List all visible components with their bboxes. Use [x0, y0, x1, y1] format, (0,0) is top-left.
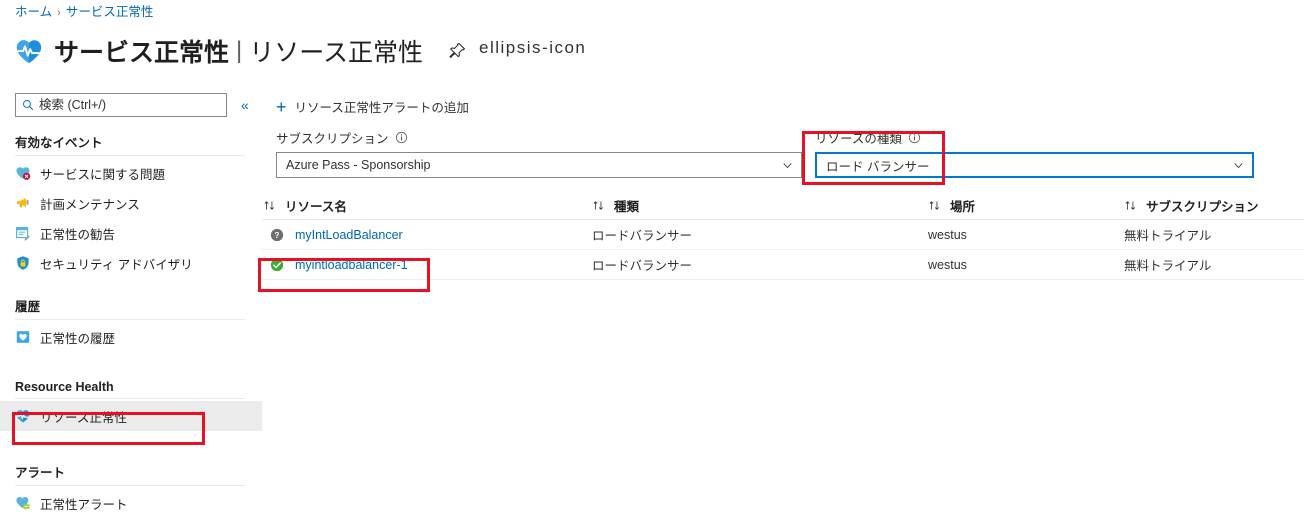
- resource-type-value: ロード バランサー: [826, 159, 930, 174]
- column-header-label: 種類: [614, 200, 640, 214]
- sidebar-group-resource-health: Resource Health リソース正常性: [0, 380, 262, 431]
- column-header-location[interactable]: 場所: [928, 196, 1124, 215]
- service-health-heart-icon: [16, 40, 42, 64]
- column-header-label: サブスクリプション: [1146, 200, 1259, 214]
- sidebar-item-planned-maintenance[interactable]: 計画メンテナンス: [0, 188, 262, 218]
- cell-subscription: 無料トライアル: [1124, 259, 1212, 273]
- page-title: サービス正常性: [54, 39, 230, 67]
- divider: [15, 398, 245, 399]
- title-separator: |: [236, 37, 243, 64]
- sidebar-group-header: Resource Health: [15, 380, 114, 394]
- sidebar-group-history: 履歴 正常性の履歴: [0, 296, 262, 352]
- divider: [15, 485, 245, 486]
- table-header-row: リソース名 種類 場所 サブスクリプション: [262, 192, 1304, 220]
- sidebar-item-health-history[interactable]: 正常性の履歴: [0, 322, 262, 352]
- resource-health-icon: [16, 410, 30, 423]
- resource-name-link[interactable]: myintloadbalancer-1: [295, 258, 408, 272]
- search-icon: [23, 100, 34, 111]
- info-icon[interactable]: [908, 131, 921, 144]
- sidebar-item-service-issues[interactable]: サービスに関する問題: [0, 158, 262, 188]
- add-resource-health-alert-button[interactable]: + リソース正常性アラートの追加: [276, 97, 469, 116]
- resource-type-label-row: リソースの種類: [815, 128, 1254, 147]
- health-advisory-icon: [16, 226, 30, 241]
- chevron-down-icon: [783, 162, 792, 168]
- shield-lock-icon: [17, 256, 29, 270]
- resource-name-link[interactable]: myIntLoadBalancer: [295, 228, 403, 242]
- azure-service-health-page: ホーム › サービス正常性 サービス正常性 | リソース正常性 ellipsis-i…: [0, 0, 1304, 523]
- main-content: + リソース正常性アラートの追加 サブスクリプション Azure Pass - …: [262, 88, 1304, 523]
- breadcrumb-separator: ›: [57, 7, 61, 19]
- column-header-label: 場所: [950, 200, 976, 214]
- breadcrumb-current-link[interactable]: サービス正常性: [66, 5, 154, 19]
- sidebar-item-label: 計画メンテナンス: [40, 197, 140, 212]
- sort-arrows-icon: [1125, 201, 1135, 210]
- sidebar-group-active-events: 有効なイベント サービスに関する問題 計画メンテナンス 正常性の勧告 セキュリテ…: [0, 132, 262, 278]
- cell-location: westus: [928, 257, 967, 272]
- health-alert-icon: [16, 497, 30, 511]
- sidebar-item-label: 正常性アラート: [40, 497, 128, 512]
- sidebar-group-header: 履歴: [15, 300, 41, 314]
- pin-icon[interactable]: [447, 41, 467, 61]
- sidebar-item-label: リソース正常性: [40, 410, 127, 425]
- svg-text:?: ?: [274, 230, 279, 240]
- column-header-type[interactable]: 種類: [592, 196, 928, 215]
- sidebar-item-resource-health[interactable]: リソース正常性: [0, 401, 262, 431]
- chevron-down-icon: [1234, 162, 1243, 168]
- sidebar: « 有効なイベント サービスに関する問題 計画メンテナンス: [0, 88, 262, 523]
- subscription-filter: サブスクリプション Azure Pass - Sponsorship: [276, 128, 802, 178]
- table-row[interactable]: myintloadbalancer-1 ロードバランサー westus 無料トラ…: [262, 250, 1304, 280]
- divider: [15, 155, 245, 156]
- megaphone-icon: [17, 198, 29, 208]
- subscription-dropdown[interactable]: Azure Pass - Sponsorship: [276, 152, 802, 178]
- more-options-icon[interactable]: ellipsis-icon: [479, 39, 586, 58]
- table-row[interactable]: ? myIntLoadBalancer ロードバランサー westus 無料トラ…: [262, 220, 1304, 250]
- service-issue-icon: [16, 167, 31, 180]
- cell-resource-name: myintloadbalancer-1: [262, 258, 592, 272]
- resource-type-dropdown[interactable]: ロード バランサー: [815, 152, 1254, 178]
- breadcrumb-home-link[interactable]: ホーム: [15, 5, 52, 19]
- cell-type: ロードバランサー: [592, 259, 693, 273]
- question-circle-icon: ?: [270, 228, 284, 241]
- search-box[interactable]: [15, 93, 227, 117]
- sidebar-item-label: 正常性の勧告: [40, 227, 116, 242]
- sidebar-search-row: «: [15, 93, 249, 117]
- sort-arrows-icon: [929, 201, 939, 210]
- breadcrumb: ホーム › サービス正常性: [15, 3, 153, 22]
- sidebar-item-label: セキュリティ アドバイザリ: [40, 257, 193, 272]
- subscription-label-row: サブスクリプション: [276, 128, 802, 147]
- resource-type-label: リソースの種類: [815, 132, 902, 146]
- check-circle-icon: [270, 258, 284, 271]
- column-header-resource-name[interactable]: リソース名: [262, 196, 592, 215]
- sidebar-group-alerts: アラート 正常性アラート: [0, 462, 262, 518]
- resource-health-table: リソース名 種類 場所 サブスクリプション ? myIntLoadBalance…: [262, 192, 1304, 280]
- sidebar-group-header: 有効なイベント: [15, 136, 103, 150]
- sidebar-item-label: サービスに関する問題: [40, 167, 166, 182]
- add-resource-health-alert-label: リソース正常性アラートの追加: [294, 101, 469, 115]
- sidebar-item-health-alerts[interactable]: 正常性アラート: [0, 488, 262, 518]
- page-subtitle: リソース正常性: [249, 39, 424, 67]
- sidebar-item-security-advisories[interactable]: セキュリティ アドバイザリ: [0, 248, 262, 278]
- cell-location: westus: [928, 227, 967, 242]
- cell-resource-name: ? myIntLoadBalancer: [262, 228, 592, 242]
- cell-subscription: 無料トライアル: [1124, 229, 1212, 243]
- sidebar-item-health-advisories[interactable]: 正常性の勧告: [0, 218, 262, 248]
- resource-type-filter: リソースの種類 ロード バランサー: [815, 128, 1254, 178]
- column-header-subscription[interactable]: サブスクリプション: [1124, 196, 1304, 215]
- plus-icon: +: [276, 96, 287, 117]
- page-title-row: サービス正常性 | リソース正常性 ellipsis-icon: [14, 30, 586, 72]
- subscription-value: Azure Pass - Sponsorship: [286, 158, 431, 172]
- column-header-label: リソース名: [285, 200, 347, 214]
- sort-arrows-icon: [264, 201, 274, 210]
- command-bar: + リソース正常性アラートの追加: [276, 97, 469, 116]
- health-history-icon: [16, 331, 30, 343]
- cell-type: ロードバランサー: [592, 229, 693, 243]
- info-icon[interactable]: [395, 131, 408, 144]
- sort-arrows-icon: [593, 201, 603, 210]
- search-input[interactable]: [39, 98, 220, 112]
- subscription-label: サブスクリプション: [276, 132, 389, 146]
- sidebar-collapse-icon[interactable]: «: [241, 98, 249, 112]
- sidebar-item-label: 正常性の履歴: [40, 331, 116, 346]
- divider: [15, 319, 245, 320]
- sidebar-group-header: アラート: [15, 466, 66, 480]
